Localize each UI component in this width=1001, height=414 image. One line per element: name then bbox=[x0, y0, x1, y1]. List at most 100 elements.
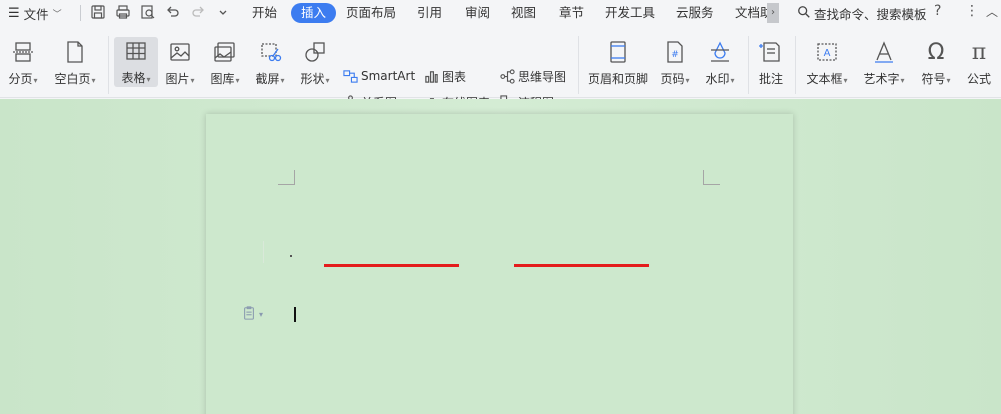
gallery-label: 图库 bbox=[210, 72, 235, 86]
dropdown-arrow-icon: ▾ bbox=[146, 75, 151, 84]
tab-page-layout[interactable]: 页面布局 bbox=[346, 3, 396, 23]
dropdown-arrow-icon: ▾ bbox=[685, 76, 690, 85]
page-number-icon: # bbox=[661, 38, 689, 66]
page-number-button[interactable]: # 页码▾ bbox=[657, 38, 693, 94]
wordart-label: 艺术字 bbox=[863, 72, 900, 86]
dropdown-arrow-icon: ▾ bbox=[33, 76, 38, 85]
gallery-icon bbox=[211, 38, 239, 66]
divider bbox=[748, 36, 749, 94]
search-icon bbox=[797, 5, 811, 22]
blank-page-button[interactable]: 空白页▾ bbox=[51, 38, 99, 94]
command-search[interactable]: 查找命令、搜索模板 bbox=[797, 3, 927, 23]
search-label: 查找命令、搜索模板 bbox=[814, 6, 927, 22]
chart-label: 图表 bbox=[442, 69, 467, 84]
screenshot-button[interactable]: 截屏▾ bbox=[251, 38, 289, 94]
dropdown-arrow-icon: ▾ bbox=[280, 76, 285, 85]
menu-bar: ☰ 文件 ﹀ 开始 插入 页面布局 引用 审阅 视图 章节 开发工具 云服务 文… bbox=[0, 0, 1001, 26]
hamburger-icon: ☰ bbox=[8, 5, 20, 21]
smartart-label: SmartArt bbox=[361, 69, 416, 83]
tab-review[interactable]: 审阅 bbox=[465, 3, 490, 23]
tab-developer[interactable]: 开发工具 bbox=[605, 3, 655, 23]
tab-cloud-service[interactable]: 云服务 bbox=[676, 3, 714, 23]
blank-page-label: 空白页 bbox=[54, 72, 91, 86]
table-label: 表格 bbox=[121, 71, 146, 85]
symbol-button[interactable]: Ω 符号▾ bbox=[918, 38, 954, 94]
text-cursor bbox=[294, 307, 296, 322]
redo-icon[interactable] bbox=[189, 3, 207, 21]
document-page[interactable]: ▾ bbox=[206, 114, 793, 414]
textbox-label: 文本框 bbox=[806, 72, 843, 86]
blank-page-icon bbox=[61, 38, 89, 66]
page-break-icon bbox=[9, 38, 37, 66]
watermark-button[interactable]: 水印▾ bbox=[701, 38, 739, 94]
table-button[interactable]: 表格▾ bbox=[114, 37, 158, 87]
svg-text:#: # bbox=[671, 50, 679, 60]
dropdown-arrow-icon: ▾ bbox=[946, 76, 951, 85]
collapse-ribbon-icon[interactable]: ︿ bbox=[986, 3, 998, 20]
divider bbox=[108, 36, 109, 94]
divider bbox=[578, 36, 579, 94]
picture-button[interactable]: 图片▾ bbox=[162, 38, 198, 94]
tab-doc-assistant[interactable]: 文档助 bbox=[735, 3, 767, 23]
paste-options-button[interactable]: ▾ bbox=[242, 305, 270, 323]
divider bbox=[80, 5, 81, 21]
shapes-label: 形状 bbox=[300, 72, 325, 86]
mindmap-label: 思维导图 bbox=[518, 69, 567, 84]
smartart-icon bbox=[342, 68, 358, 84]
wordart-icon bbox=[870, 38, 898, 66]
paste-icon bbox=[242, 305, 256, 323]
dropdown-arrow-icon: ▾ bbox=[91, 76, 96, 85]
tab-scroll-right-icon[interactable]: › bbox=[767, 3, 779, 23]
dropdown-arrow-icon: ▾ bbox=[235, 76, 240, 85]
watermark-icon bbox=[706, 38, 734, 66]
pi-icon: π bbox=[971, 39, 987, 65]
dropdown-arrow-icon: ▾ bbox=[900, 76, 905, 85]
chart-icon bbox=[423, 68, 439, 84]
margin-corner-top-left bbox=[278, 170, 295, 185]
tab-references[interactable]: 引用 bbox=[417, 3, 442, 23]
watermark-label: 水印 bbox=[705, 72, 730, 86]
comment-icon bbox=[757, 38, 785, 66]
smartart-button[interactable]: SmartArt bbox=[342, 66, 415, 86]
more-options-icon[interactable]: ⋮ bbox=[965, 3, 979, 19]
chart-button[interactable]: 图表 bbox=[423, 66, 466, 86]
omega-icon: Ω bbox=[927, 39, 945, 65]
help-icon[interactable]: ? bbox=[934, 3, 941, 19]
mindmap-button[interactable]: 思维导图 bbox=[499, 66, 566, 86]
file-menu[interactable]: ☰ 文件 ﹀ bbox=[8, 4, 62, 22]
textbox-button[interactable]: A 文本框▾ bbox=[803, 38, 851, 94]
formula-button[interactable]: π 公式 bbox=[962, 38, 996, 94]
dropdown-arrow-icon: ▾ bbox=[730, 76, 735, 85]
divider bbox=[795, 36, 796, 94]
formula-label: 公式 bbox=[966, 72, 991, 86]
mindmap-icon bbox=[499, 68, 515, 84]
wordart-button[interactable]: 艺术字▾ bbox=[860, 38, 908, 94]
table-icon bbox=[122, 37, 150, 65]
page-break-button[interactable]: 分页▾ bbox=[5, 38, 41, 94]
customize-quick-access-icon[interactable] bbox=[214, 3, 232, 21]
margin-corner-top-right bbox=[703, 170, 720, 185]
shapes-button[interactable]: 形状▾ bbox=[296, 38, 334, 94]
picture-icon bbox=[166, 38, 194, 66]
svg-text:A: A bbox=[824, 48, 831, 59]
ribbon-insert: 分页▾ 空白页▾ 表格▾ 图片▾ 图库▾ 截屏▾ 形状▾ SmartArt 图表… bbox=[0, 26, 1001, 110]
file-menu-label: 文件 bbox=[23, 6, 49, 22]
header-footer-icon bbox=[604, 38, 632, 66]
save-icon[interactable] bbox=[89, 3, 107, 21]
header-footer-button[interactable]: 页眉和页脚 bbox=[586, 38, 650, 94]
page-number-label: 页码 bbox=[660, 72, 685, 86]
tab-insert[interactable]: 插入 bbox=[291, 3, 337, 23]
gallery-button[interactable]: 图库▾ bbox=[206, 38, 244, 94]
dropdown-arrow-icon: ▾ bbox=[843, 76, 848, 85]
print-preview-icon[interactable] bbox=[139, 3, 157, 21]
tab-home[interactable]: 开始 bbox=[252, 3, 277, 23]
red-underline-left bbox=[324, 264, 459, 267]
document-canvas[interactable]: ▾ bbox=[0, 99, 1001, 414]
comment-button[interactable]: 批注 bbox=[754, 38, 788, 94]
undo-icon[interactable] bbox=[164, 3, 182, 21]
tab-chapter[interactable]: 章节 bbox=[559, 3, 584, 23]
tab-view[interactable]: 视图 bbox=[511, 3, 536, 23]
chevron-down-icon: ﹀ bbox=[52, 9, 62, 20]
print-icon[interactable] bbox=[114, 3, 132, 21]
red-underline-right bbox=[514, 264, 649, 267]
